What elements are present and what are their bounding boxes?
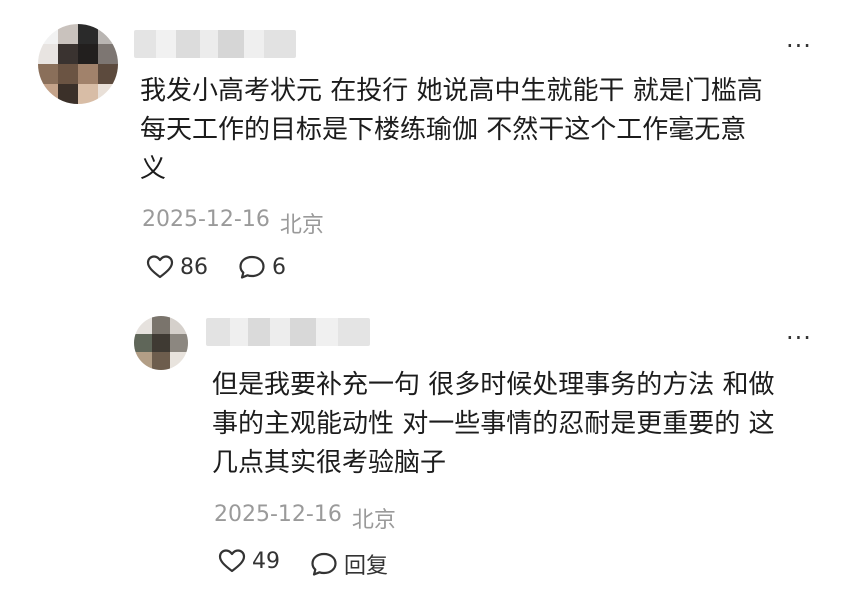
like-button[interactable]: 49 <box>218 548 280 574</box>
username-blurred[interactable] <box>206 318 370 346</box>
comment-text-line: 事的主观能动性 对一些事情的忍耐是更重要的 这 <box>212 409 775 439</box>
reply-button[interactable]: 6 <box>238 254 286 280</box>
avatar[interactable] <box>134 316 188 370</box>
comment-date: 2025-12-16 <box>142 207 270 232</box>
heart-outline-icon <box>218 548 246 574</box>
more-options-button[interactable]: ··· <box>786 34 812 58</box>
comment-text-line: 几点其实很考验脑子 <box>212 448 447 478</box>
more-options-button[interactable]: ··· <box>786 326 812 350</box>
username-blurred[interactable] <box>134 30 296 58</box>
comment-text-line: 每天工作的目标是下楼练瑜伽 不然干这个工作毫无意 <box>140 115 747 145</box>
heart-outline-icon <box>146 254 174 280</box>
comment-date: 2025-12-16 <box>214 502 342 527</box>
like-count: 49 <box>252 548 280 574</box>
comment-text-line: 义 <box>140 154 167 184</box>
like-button[interactable]: 86 <box>146 254 208 280</box>
comment-text: 但是我要补充一句 很多时候处理事务的方法 和做 事的主观能动性 对一些事情的忍耐… <box>212 366 775 483</box>
avatar[interactable] <box>38 24 118 104</box>
speech-bubble-icon <box>238 254 266 280</box>
comment-text-line: 但是我要补充一句 很多时候处理事务的方法 和做 <box>212 370 775 400</box>
comment-location: 北京 <box>279 213 324 238</box>
reply-count: 6 <box>272 254 286 280</box>
comment-location: 北京 <box>351 508 396 533</box>
speech-bubble-icon <box>310 551 338 577</box>
like-count: 86 <box>180 254 208 280</box>
reply-button[interactable]: 回复 <box>310 548 388 580</box>
comment-text: 我发小高考状元 在投行 她说高中生就能干 就是门槛高 每天工作的目标是下楼练瑜伽… <box>140 72 763 189</box>
reply-label: 回复 <box>344 554 389 579</box>
comment-text-line: 我发小高考状元 在投行 她说高中生就能干 就是门槛高 <box>140 76 763 106</box>
comment-meta: 2025-12-16 北京 <box>142 207 324 239</box>
comment-meta: 2025-12-16 北京 <box>214 502 396 534</box>
